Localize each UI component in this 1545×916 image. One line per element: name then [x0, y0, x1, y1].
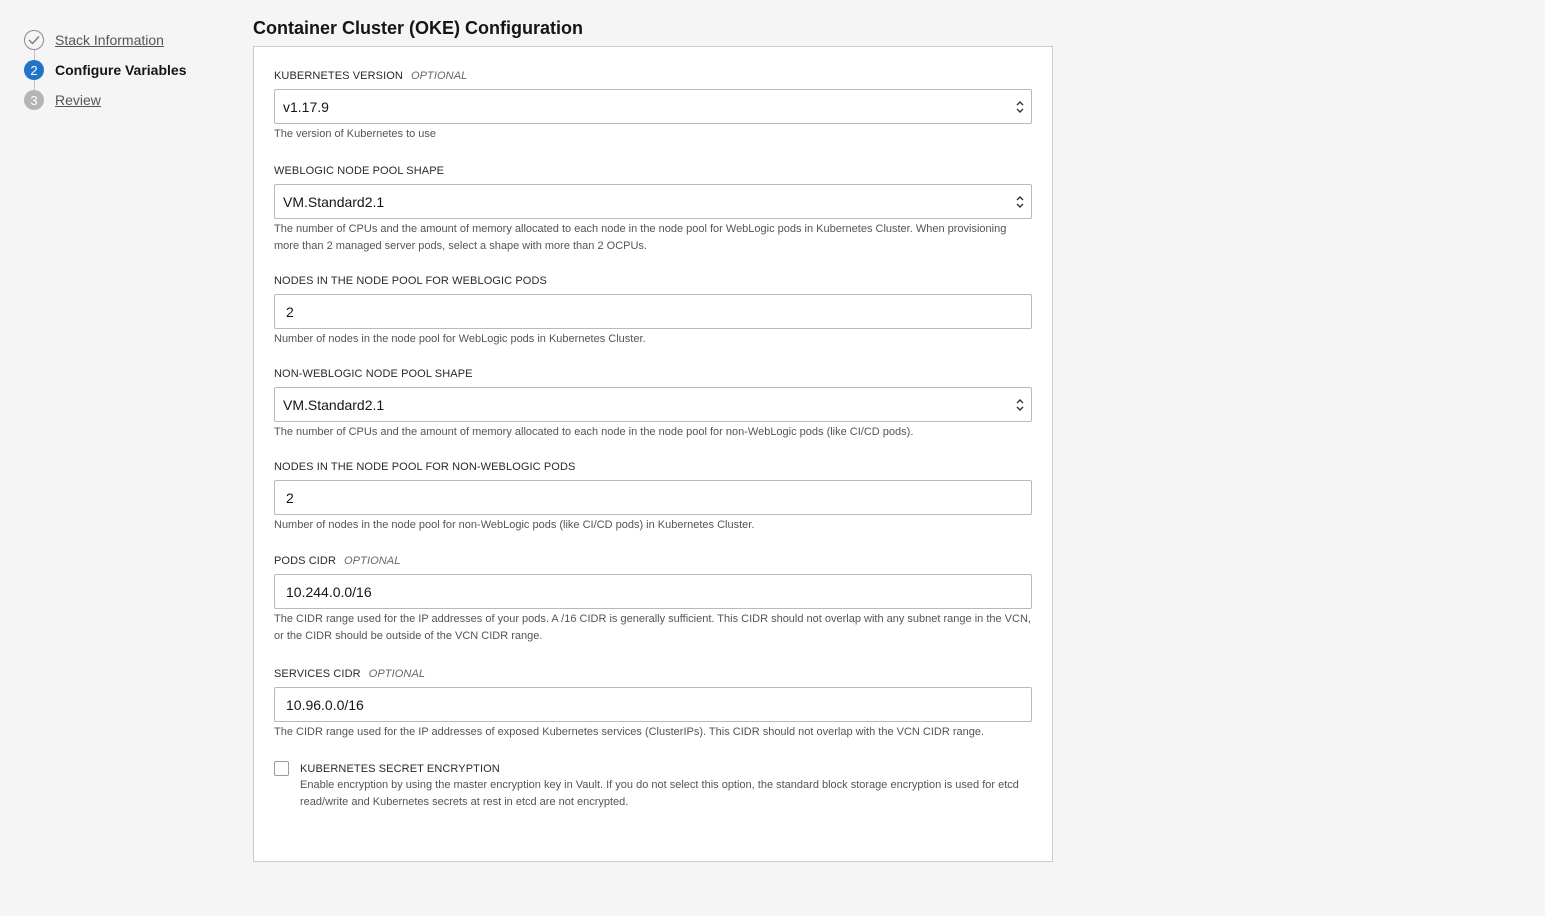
non-weblogic-nodes-input[interactable]: 2: [274, 480, 1032, 515]
field-label: PODS CIDR: [274, 555, 337, 567]
step-label-stack-information[interactable]: Stack Information: [55, 32, 164, 48]
section-title: Container Cluster (OKE) Configuration: [253, 18, 583, 38]
help-text: The number of CPUs and the amount of mem…: [274, 426, 914, 438]
optional-tag: OPTIONAL: [368, 668, 426, 680]
field-label: WEBLOGIC NODE POOL SHAPE: [274, 165, 445, 177]
select-arrows-icon: [1016, 101, 1024, 113]
checkbox-label[interactable]: KUBERNETES SECRET ENCRYPTION: [300, 761, 1034, 777]
field-non-weblogic-nodes: NODES IN THE NODE POOL FOR NON-WEBLOGIC …: [274, 460, 1032, 534]
optional-tag: OPTIONAL: [344, 555, 401, 567]
help-text: Number of nodes in the node pool for non…: [274, 519, 755, 531]
step-number: 3: [24, 90, 44, 110]
field-label: NODES IN THE NODE POOL FOR WEBLOGIC PODS: [274, 275, 547, 287]
field-weblogic-nodes: NODES IN THE NODE POOL FOR WEBLOGIC PODS…: [274, 274, 1032, 348]
select-arrows-icon: [1016, 399, 1024, 411]
oke-config-panel: KUBERNETES VERSION OPTIONAL v1.17.9 The v…: [253, 46, 1053, 862]
non-weblogic-shape-select[interactable]: VM.Standard2.1: [274, 387, 1032, 422]
field-non-weblogic-node-pool-shape: NON-WEBLOGIC NODE POOL SHAPE VM.Standard…: [274, 367, 1032, 441]
field-services-cidr: SERVICES CIDR OPTIONAL 10.96.0.0/16 The C…: [274, 667, 1032, 741]
field-label: NODES IN THE NODE POOL FOR NON-WEBLOGIC …: [274, 461, 576, 473]
pods-cidr-input[interactable]: 10.244.0.0/16: [274, 574, 1032, 609]
field-secret-encryption: KUBERNETES SECRET ENCRYPTION Enable encr…: [274, 761, 1034, 811]
help-text: The number of CPUs and the amount of mem…: [274, 223, 1007, 252]
step-number: 2: [24, 60, 44, 80]
input-value: 2: [286, 303, 294, 320]
select-value: v1.17.9: [283, 98, 329, 115]
input-value: 10.244.0.0/16: [286, 583, 372, 600]
input-value: 2: [286, 489, 294, 506]
kubernetes-version-select[interactable]: v1.17.9: [274, 89, 1032, 124]
help-text: Enable encryption by using the master en…: [300, 779, 1019, 808]
step-label-configure-variables: Configure Variables: [55, 62, 187, 78]
select-value: VM.Standard2.1: [283, 396, 385, 413]
field-pods-cidr: PODS CIDR OPTIONAL 10.244.0.0/16 The CIDR…: [274, 554, 1032, 645]
check-icon: [24, 30, 44, 50]
input-value: 10.96.0.0/16: [286, 696, 364, 713]
secret-encryption-checkbox[interactable]: [274, 761, 289, 776]
field-label: SERVICES CIDR: [274, 668, 361, 680]
select-value: VM.Standard2.1: [283, 193, 385, 210]
step-label-review[interactable]: Review: [55, 92, 101, 108]
field-label: NON-WEBLOGIC NODE POOL SHAPE: [274, 368, 473, 380]
optional-tag: OPTIONAL: [410, 70, 468, 82]
help-text: The version of Kubernetes to use: [274, 128, 437, 140]
help-text: The CIDR range used for the IP addresses…: [274, 726, 985, 738]
step-configure-variables: 2 Configure Variables: [24, 59, 234, 81]
steps-sidebar: Stack Information 2 Configure Variables …: [24, 29, 234, 119]
select-arrows-icon: [1016, 196, 1024, 208]
field-kubernetes-version: KUBERNETES VERSION OPTIONAL v1.17.9 The v…: [274, 69, 1032, 143]
help-text: Number of nodes in the node pool for Web…: [274, 333, 646, 345]
weblogic-shape-select[interactable]: VM.Standard2.1: [274, 184, 1032, 219]
services-cidr-input[interactable]: 10.96.0.0/16: [274, 687, 1032, 722]
weblogic-nodes-input[interactable]: 2: [274, 294, 1032, 329]
field-label: KUBERNETES VERSION: [274, 70, 403, 82]
help-text: The CIDR range used for the IP addresses…: [274, 613, 1031, 642]
step-stack-information[interactable]: Stack Information: [24, 29, 234, 51]
field-weblogic-node-pool-shape: WEBLOGIC NODE POOL SHAPE VM.Standard2.1 …: [274, 164, 1032, 255]
step-review[interactable]: 3 Review: [24, 89, 234, 111]
